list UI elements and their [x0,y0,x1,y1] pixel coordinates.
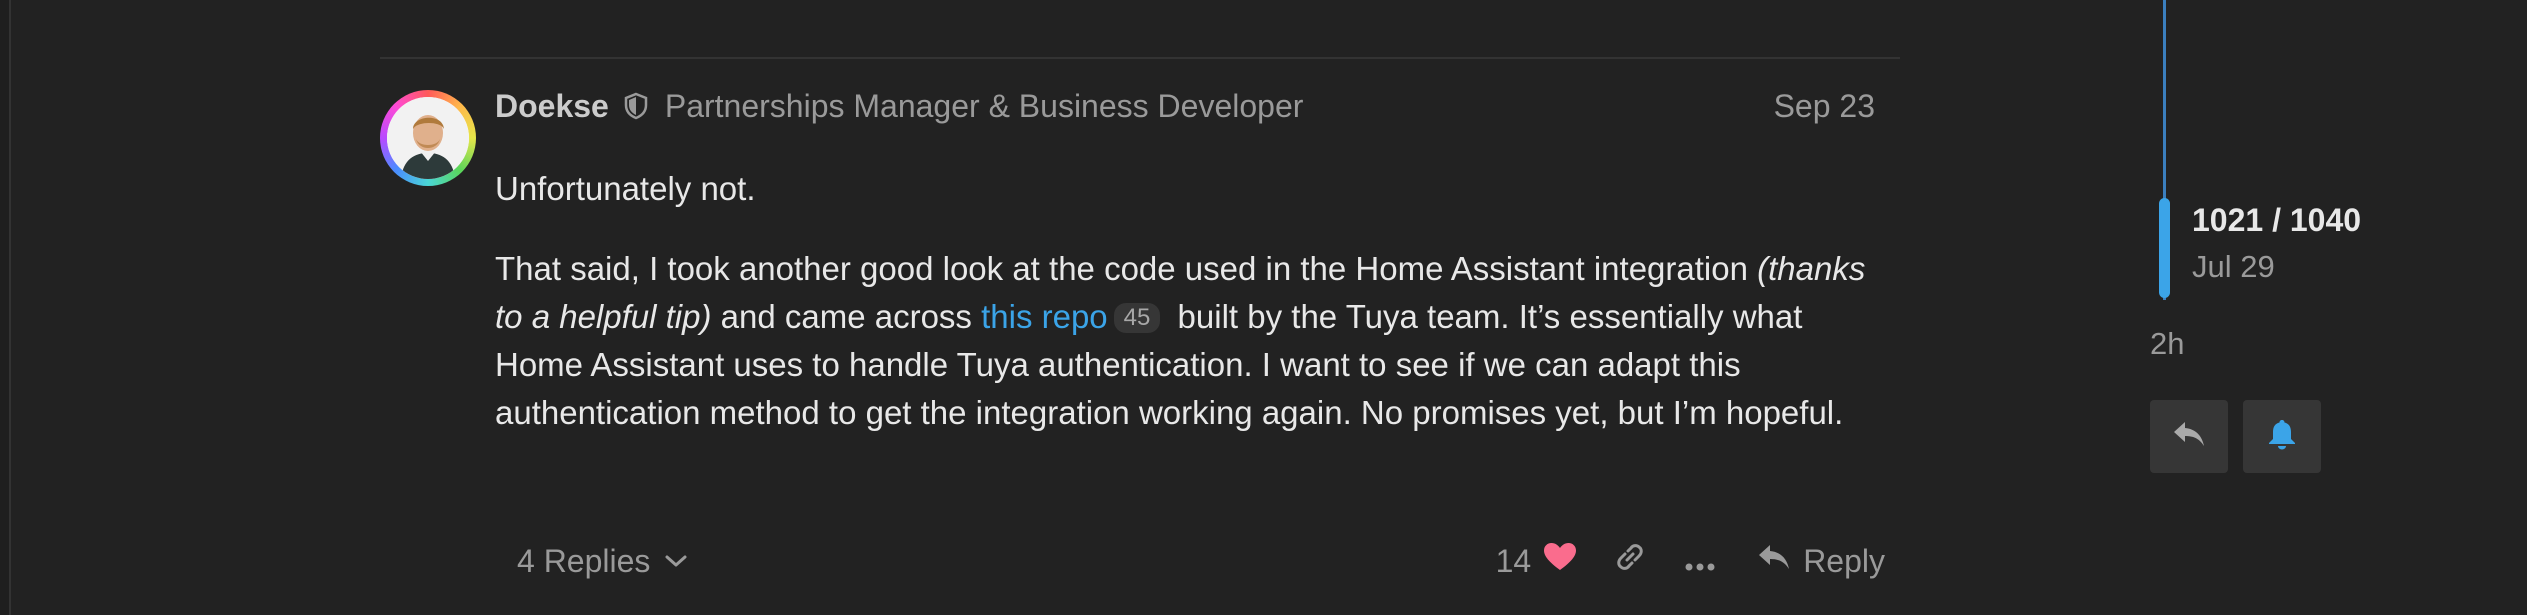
avatar-photo [387,97,469,179]
chevron-down-icon [664,553,688,569]
post-date[interactable]: Sep 23 [1774,88,1875,125]
like-button[interactable] [1543,534,1595,588]
post-header: Doekse Partnerships Manager & Business D… [495,82,1875,130]
paragraph-text: That said, I took another good look at t… [495,250,1758,287]
timeline-last-post[interactable]: 2h [2150,326,2184,362]
reply-button[interactable]: Reply [1735,534,1885,588]
post-divider [380,57,1900,59]
timeline-handle[interactable] [2159,198,2170,298]
timeline-date: Jul 29 [2192,249,2275,284]
repo-link[interactable]: this repo [981,298,1108,335]
avatar[interactable] [380,90,476,186]
post-actions: 14 Reply [1496,534,1885,588]
heart-icon [1543,542,1577,580]
timeline-position: 1021 / 1040 [2192,202,2362,238]
post-paragraph-2: That said, I took another good look at t… [495,245,1885,437]
post-paragraph-1: Unfortunately not. [495,170,756,207]
reply-icon [1757,542,1791,580]
share-link-button[interactable] [1595,534,1665,588]
left-border [0,0,11,615]
shield-icon [623,92,651,120]
replies-label: 4 Replies [517,542,651,579]
user-title: Partnerships Manager & Business Develope… [664,87,1304,124]
link-icon [1613,542,1647,580]
show-replies-button[interactable]: 4 Replies [495,535,710,588]
username[interactable]: Doekse [495,88,609,125]
post-controls: 4 Replies 14 Reply [495,530,1885,592]
ellipsis-icon [1683,543,1717,580]
link-click-count: 45 [1113,303,1161,333]
paragraph-text: and came across [711,298,982,335]
bell-icon [2267,418,2297,455]
more-actions-button[interactable] [1665,535,1735,588]
notification-bell-button[interactable] [2243,400,2321,473]
like-count[interactable]: 14 [1496,543,1532,580]
reply-label: Reply [1803,542,1885,579]
topic-page: Doekse Partnerships Manager & Business D… [0,0,2527,615]
post-body: Unfortunately not. That said, I took ano… [495,165,1885,469]
reply-icon [2172,419,2206,454]
timeline-reply-button[interactable] [2150,400,2228,473]
